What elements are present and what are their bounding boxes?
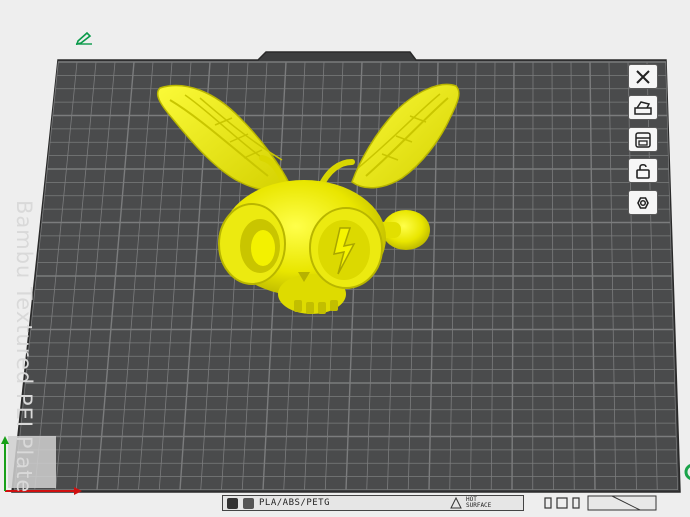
- orient-icon: [634, 100, 652, 115]
- warning-line-2: SURFACE: [466, 502, 492, 509]
- close-icon: [636, 69, 650, 84]
- auto-orient-button[interactable]: [628, 95, 658, 120]
- lock-icon: [636, 163, 650, 179]
- plate-icon: [243, 497, 254, 509]
- lock-plate-button[interactable]: [628, 158, 658, 183]
- arrange-icon: [635, 131, 651, 148]
- hot-surface-warning: HOT SURFACE: [450, 495, 524, 511]
- warning-triangle-icon: [450, 497, 462, 509]
- close-plate-button[interactable]: [628, 64, 658, 89]
- arrange-button[interactable]: [628, 127, 658, 152]
- filament-types-label: PLA/ABS/PETG: [259, 498, 331, 508]
- slice-status-indicator: [683, 463, 690, 481]
- plate-end-decoration: [544, 495, 657, 511]
- plate-settings-button[interactable]: [628, 190, 658, 215]
- plate-label: Bambu Textured PEI Plate: [12, 200, 36, 494]
- 3d-viewport[interactable]: Bambu Textured PEI Plate PLA/ABS/PETG HO…: [0, 0, 690, 517]
- settings-icon: [637, 196, 649, 209]
- edit-plate-name-icon[interactable]: [74, 30, 94, 46]
- fan-icon: [227, 497, 238, 509]
